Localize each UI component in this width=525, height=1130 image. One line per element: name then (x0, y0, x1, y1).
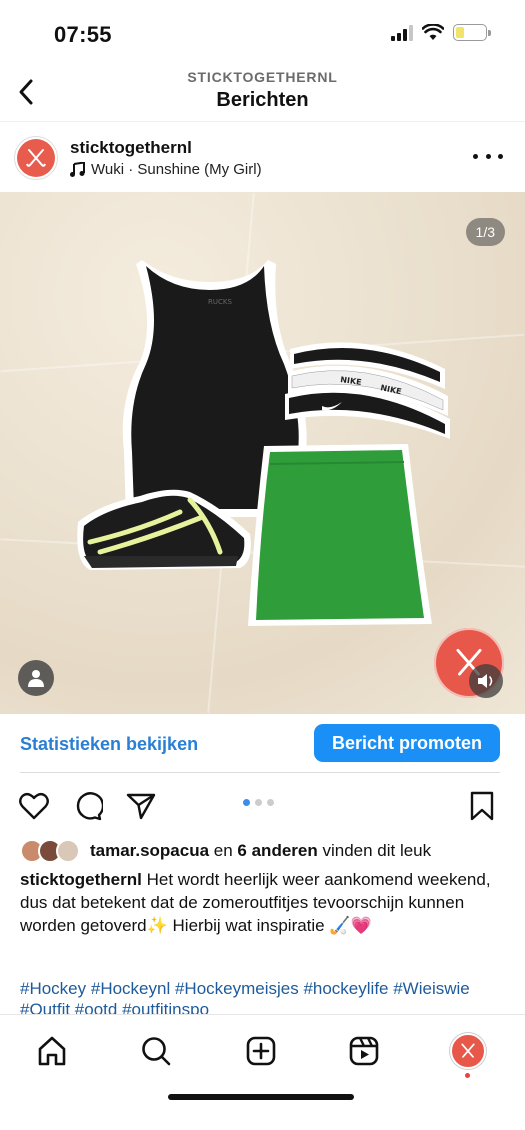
post-image[interactable]: 1/3 RUCKS NIKE NIKE (0, 192, 525, 714)
user-icon (28, 670, 44, 687)
sound-toggle-button[interactable] (469, 664, 503, 698)
home-icon (38, 1036, 66, 1066)
speaker-icon (478, 674, 493, 688)
reels-icon (349, 1036, 379, 1066)
nav-header: STICKTOGETHERNL Berichten (0, 62, 525, 122)
page-title: Berichten (216, 89, 309, 111)
carousel-dot (267, 799, 274, 806)
avatar[interactable] (14, 136, 58, 180)
carousel-dot-active (243, 799, 250, 806)
tab-create[interactable] (243, 1033, 279, 1069)
post-username[interactable]: sticktogethernl (70, 138, 192, 158)
green-skirt-image (248, 444, 432, 626)
tab-reels[interactable] (346, 1033, 382, 1069)
carousel-indicator (243, 799, 274, 806)
save-button[interactable] (465, 789, 499, 823)
divider (20, 772, 500, 773)
status-bar: 07:55 (0, 0, 525, 62)
caption-username[interactable]: sticktogethernl (20, 870, 142, 889)
tab-profile[interactable] (450, 1033, 486, 1069)
send-icon (126, 793, 156, 820)
music-note-icon (70, 162, 85, 177)
home-indicator (168, 1094, 354, 1100)
likes-others[interactable]: 6 anderen (237, 841, 317, 860)
post-header: sticktogethernl Wuki · Sunshine (My Girl… (0, 132, 525, 188)
song-label: Wuki · Sunshine (My Girl) (91, 161, 262, 178)
search-icon (142, 1037, 171, 1066)
svg-text:RUCKS: RUCKS (208, 298, 232, 306)
bookmark-icon (470, 791, 494, 821)
hockey-sticks-logo-icon (26, 149, 46, 167)
liker-username[interactable]: tamar.sopacua (90, 841, 209, 860)
tab-home[interactable] (34, 1033, 70, 1069)
signal-icon (391, 24, 413, 41)
carousel-dot (255, 799, 262, 806)
heart-icon (19, 792, 49, 820)
hashtags[interactable]: #Hockey #Hockeynl #Hockeymeisjes #hockey… (20, 978, 510, 1018)
like-button[interactable] (17, 789, 51, 823)
header-subtitle: STICKTOGETHERNL (187, 69, 338, 85)
wifi-icon (422, 24, 444, 40)
post-caption: sticktogethernl Het wordt heerlijk weer … (20, 868, 500, 937)
more-options-button[interactable] (473, 146, 503, 166)
tagged-people-button[interactable] (18, 660, 54, 696)
actions-row (0, 785, 525, 825)
tab-search[interactable] (138, 1033, 174, 1069)
profile-avatar (450, 1033, 486, 1069)
slide-counter: 1/3 (465, 218, 505, 246)
battery-icon (453, 24, 491, 41)
promote-post-button[interactable]: Bericht promoten (314, 724, 500, 762)
view-insights-link[interactable]: Statistieken bekijken (20, 734, 198, 755)
headbands-image: NIKE NIKE (285, 342, 450, 439)
share-button[interactable] (124, 789, 158, 823)
notification-dot (465, 1073, 470, 1078)
likes-row[interactable]: tamar.sopacua en 6 anderen vinden dit le… (20, 838, 510, 864)
bottom-tab-bar (0, 1014, 525, 1130)
status-time: 07:55 (54, 22, 112, 47)
hockey-shoe-image (77, 489, 251, 570)
comment-icon (76, 792, 103, 821)
status-icons (391, 24, 491, 41)
liker-avatars (20, 839, 82, 863)
comment-button[interactable] (71, 789, 105, 823)
song-attribution[interactable]: Wuki · Sunshine (My Girl) (70, 161, 262, 178)
insights-row: Statistieken bekijken Bericht promoten (0, 722, 525, 766)
plus-square-icon (246, 1036, 276, 1066)
hockey-sticks-logo-icon (461, 1043, 475, 1058)
likes-text: tamar.sopacua en 6 anderen vinden dit le… (90, 841, 432, 860)
